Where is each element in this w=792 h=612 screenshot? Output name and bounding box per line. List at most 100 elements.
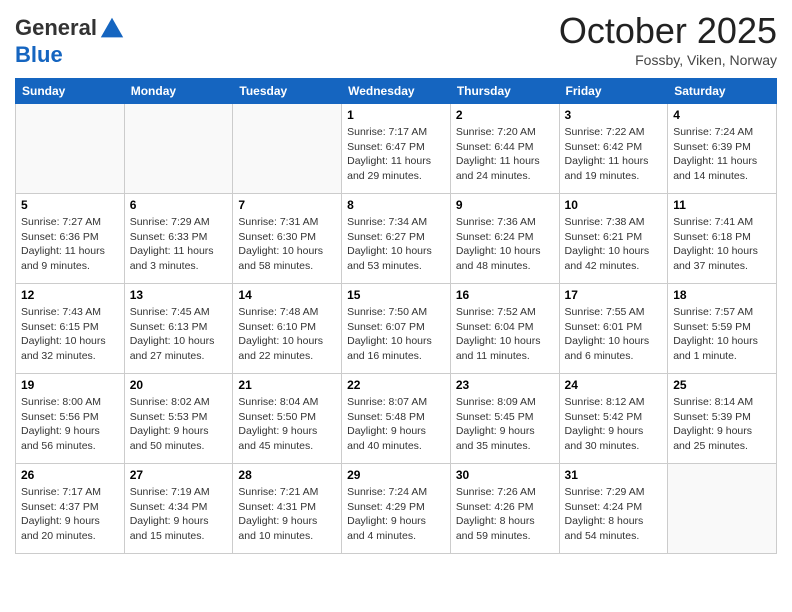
calendar-cell: 7 Sunrise: 7:31 AM Sunset: 6:30 PM Daylig… xyxy=(233,194,342,284)
day-number: 29 xyxy=(347,468,445,482)
day-info: Sunrise: 8:09 AM Sunset: 5:45 PM Dayligh… xyxy=(456,395,554,454)
calendar-cell: 19Sunrise: 8:00 AM Sunset: 5:56 PM Dayli… xyxy=(16,374,125,464)
day-info: Sunrise: 7:29 AM Sunset: 4:24 PM Dayligh… xyxy=(565,485,663,544)
day-info: Sunrise: 7:45 AM Sunset: 6:13 PM Dayligh… xyxy=(130,305,228,364)
calendar-cell: 20Sunrise: 8:02 AM Sunset: 5:53 PM Dayli… xyxy=(124,374,233,464)
day-number: 12 xyxy=(21,288,119,302)
day-number: 10 xyxy=(565,198,663,212)
day-number: 24 xyxy=(565,378,663,392)
day-info: Sunrise: 7:31 AM Sunset: 6:30 PM Dayligh… xyxy=(238,215,336,274)
day-number: 4 xyxy=(673,108,771,122)
day-number: 25 xyxy=(673,378,771,392)
calendar-cell: 12Sunrise: 7:43 AM Sunset: 6:15 PM Dayli… xyxy=(16,284,125,374)
day-info: Sunrise: 7:29 AM Sunset: 6:33 PM Dayligh… xyxy=(130,215,228,274)
calendar-cell: 5Sunrise: 7:27 AM Sunset: 6:36 PM Daylig… xyxy=(16,194,125,284)
weekday-header-thursday: Thursday xyxy=(450,79,559,104)
title-block: October 2025 Fossby, Viken, Norway xyxy=(559,10,777,68)
day-info: Sunrise: 7:24 AM Sunset: 6:39 PM Dayligh… xyxy=(673,125,771,184)
day-number: 2 xyxy=(456,108,554,122)
day-info: Sunrise: 7:21 AM Sunset: 4:31 PM Dayligh… xyxy=(238,485,336,544)
day-number: 1 xyxy=(347,108,445,122)
calendar-table: SundayMondayTuesdayWednesdayThursdayFrid… xyxy=(15,78,777,554)
day-info: Sunrise: 7:41 AM Sunset: 6:18 PM Dayligh… xyxy=(673,215,771,274)
calendar-cell: 6 Sunrise: 7:29 AM Sunset: 6:33 PM Daylig… xyxy=(124,194,233,284)
calendar-cell: 13 Sunrise: 7:45 AM Sunset: 6:13 PM Dayli… xyxy=(124,284,233,374)
calendar-cell: 31 Sunrise: 7:29 AM Sunset: 4:24 PM Dayli… xyxy=(559,464,668,554)
day-info: Sunrise: 7:38 AM Sunset: 6:21 PM Dayligh… xyxy=(565,215,663,274)
location: Fossby, Viken, Norway xyxy=(559,52,777,68)
weekday-header-wednesday: Wednesday xyxy=(342,79,451,104)
weekday-header-sunday: Sunday xyxy=(16,79,125,104)
calendar-cell: 10 Sunrise: 7:38 AM Sunset: 6:21 PM Dayli… xyxy=(559,194,668,284)
calendar-cell: 29 Sunrise: 7:24 AM Sunset: 4:29 PM Dayli… xyxy=(342,464,451,554)
calendar-cell xyxy=(124,104,233,194)
day-number: 28 xyxy=(238,468,336,482)
day-number: 6 xyxy=(130,198,228,212)
day-number: 5 xyxy=(21,198,119,212)
calendar-cell xyxy=(233,104,342,194)
calendar-cell: 16Sunrise: 7:52 AM Sunset: 6:04 PM Dayli… xyxy=(450,284,559,374)
calendar-cell: 2 Sunrise: 7:20 AM Sunset: 6:44 PM Daylig… xyxy=(450,104,559,194)
day-info: Sunrise: 8:02 AM Sunset: 5:53 PM Dayligh… xyxy=(130,395,228,454)
day-info: Sunrise: 7:55 AM Sunset: 6:01 PM Dayligh… xyxy=(565,305,663,364)
weekday-header-tuesday: Tuesday xyxy=(233,79,342,104)
month-title: October 2025 xyxy=(559,10,777,52)
logo: General Blue xyxy=(15,15,127,67)
page-header: General Blue October 2025 Fossby, Viken,… xyxy=(15,10,777,68)
day-number: 22 xyxy=(347,378,445,392)
day-info: Sunrise: 8:04 AM Sunset: 5:50 PM Dayligh… xyxy=(238,395,336,454)
day-number: 26 xyxy=(21,468,119,482)
calendar-cell xyxy=(668,464,777,554)
day-number: 8 xyxy=(347,198,445,212)
day-number: 16 xyxy=(456,288,554,302)
day-number: 7 xyxy=(238,198,336,212)
logo-blue-text: Blue xyxy=(15,42,63,67)
logo-general-text: General xyxy=(15,15,97,40)
day-number: 21 xyxy=(238,378,336,392)
day-number: 27 xyxy=(130,468,228,482)
calendar-cell: 1 Sunrise: 7:17 AM Sunset: 6:47 PM Daylig… xyxy=(342,104,451,194)
day-info: Sunrise: 7:20 AM Sunset: 6:44 PM Dayligh… xyxy=(456,125,554,184)
day-info: Sunrise: 7:50 AM Sunset: 6:07 PM Dayligh… xyxy=(347,305,445,364)
day-info: Sunrise: 7:57 AM Sunset: 5:59 PM Dayligh… xyxy=(673,305,771,364)
calendar-cell: 9 Sunrise: 7:36 AM Sunset: 6:24 PM Daylig… xyxy=(450,194,559,284)
day-number: 23 xyxy=(456,378,554,392)
calendar-cell: 15 Sunrise: 7:50 AM Sunset: 6:07 PM Dayli… xyxy=(342,284,451,374)
day-info: Sunrise: 7:26 AM Sunset: 4:26 PM Dayligh… xyxy=(456,485,554,544)
day-info: Sunrise: 7:17 AM Sunset: 6:47 PM Dayligh… xyxy=(347,125,445,184)
day-info: Sunrise: 7:36 AM Sunset: 6:24 PM Dayligh… xyxy=(456,215,554,274)
calendar-cell: 3 Sunrise: 7:22 AM Sunset: 6:42 PM Daylig… xyxy=(559,104,668,194)
day-info: Sunrise: 7:17 AM Sunset: 4:37 PM Dayligh… xyxy=(21,485,119,544)
calendar-cell: 23 Sunrise: 8:09 AM Sunset: 5:45 PM Dayli… xyxy=(450,374,559,464)
calendar-cell: 28 Sunrise: 7:21 AM Sunset: 4:31 PM Dayli… xyxy=(233,464,342,554)
day-number: 14 xyxy=(238,288,336,302)
day-info: Sunrise: 7:24 AM Sunset: 4:29 PM Dayligh… xyxy=(347,485,445,544)
day-info: Sunrise: 7:34 AM Sunset: 6:27 PM Dayligh… xyxy=(347,215,445,274)
day-info: Sunrise: 7:22 AM Sunset: 6:42 PM Dayligh… xyxy=(565,125,663,184)
calendar-cell: 25 Sunrise: 8:14 AM Sunset: 5:39 PM Dayli… xyxy=(668,374,777,464)
calendar-cell: 24 Sunrise: 8:12 AM Sunset: 5:42 PM Dayli… xyxy=(559,374,668,464)
calendar-cell: 11 Sunrise: 7:41 AM Sunset: 6:18 PM Dayli… xyxy=(668,194,777,284)
day-number: 13 xyxy=(130,288,228,302)
day-number: 31 xyxy=(565,468,663,482)
day-info: Sunrise: 8:14 AM Sunset: 5:39 PM Dayligh… xyxy=(673,395,771,454)
calendar-cell: 18 Sunrise: 7:57 AM Sunset: 5:59 PM Dayli… xyxy=(668,284,777,374)
calendar-cell xyxy=(16,104,125,194)
day-number: 3 xyxy=(565,108,663,122)
day-number: 30 xyxy=(456,468,554,482)
day-number: 9 xyxy=(456,198,554,212)
calendar-cell: 8 Sunrise: 7:34 AM Sunset: 6:27 PM Daylig… xyxy=(342,194,451,284)
day-number: 18 xyxy=(673,288,771,302)
calendar-cell: 26 Sunrise: 7:17 AM Sunset: 4:37 PM Dayli… xyxy=(16,464,125,554)
weekday-header-monday: Monday xyxy=(124,79,233,104)
day-number: 19 xyxy=(21,378,119,392)
calendar-cell: 17 Sunrise: 7:55 AM Sunset: 6:01 PM Dayli… xyxy=(559,284,668,374)
calendar-cell: 30 Sunrise: 7:26 AM Sunset: 4:26 PM Dayli… xyxy=(450,464,559,554)
weekday-header-saturday: Saturday xyxy=(668,79,777,104)
day-info: Sunrise: 8:12 AM Sunset: 5:42 PM Dayligh… xyxy=(565,395,663,454)
day-number: 17 xyxy=(565,288,663,302)
day-number: 11 xyxy=(673,198,771,212)
calendar-cell: 4 Sunrise: 7:24 AM Sunset: 6:39 PM Daylig… xyxy=(668,104,777,194)
day-number: 15 xyxy=(347,288,445,302)
day-info: Sunrise: 7:48 AM Sunset: 6:10 PM Dayligh… xyxy=(238,305,336,364)
